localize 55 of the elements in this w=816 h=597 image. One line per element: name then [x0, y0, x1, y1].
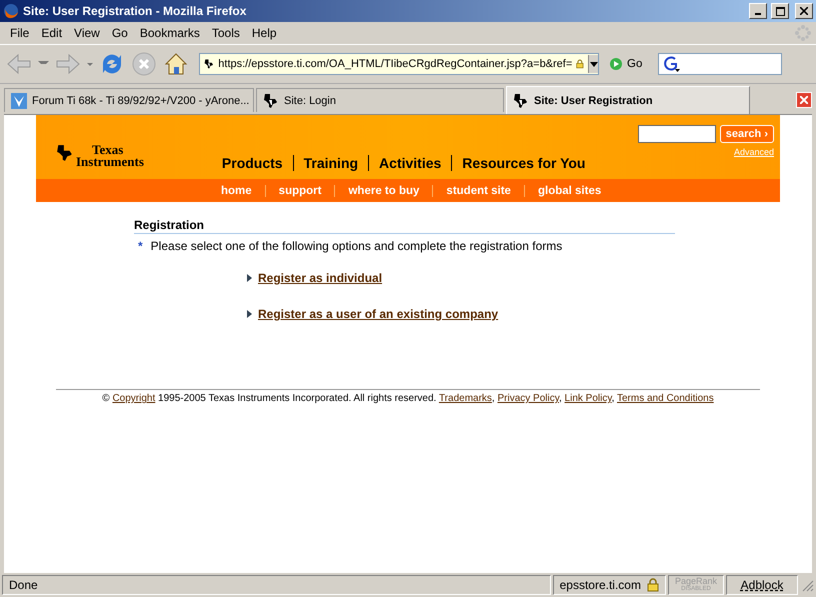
menu-item[interactable]: View [68, 26, 106, 40]
nav-link[interactable]: Products [222, 155, 293, 171]
go-button[interactable]: Go [605, 57, 646, 71]
logo: Texas Instruments [56, 144, 144, 168]
close-tab-button[interactable] [796, 92, 812, 108]
dropdown-icon[interactable] [588, 55, 598, 73]
menu-item[interactable]: Edit [35, 26, 68, 40]
menu-item[interactable]: File [4, 26, 36, 40]
texas-icon [513, 92, 529, 108]
footer-link[interactable]: Copyright [112, 393, 156, 404]
copyright-notice: © Copyright 1995-2005 Texas Instruments Incorporated. All rights reserved. Trademarks, Privacy Policy, Link Policy, Terms and Conditions [56, 389, 760, 404]
instruction-text: Please select one of the following options and complete the registration forms [150, 239, 562, 253]
triangle-icon [247, 310, 252, 318]
nav-link[interactable]: Activities [368, 155, 452, 171]
browser-tab[interactable]: Site: Login [256, 88, 504, 112]
browser-tab[interactable]: Forum Ti 68k - Ti 89/92/92+/V200 - yArone... [4, 88, 254, 112]
google-icon [663, 56, 682, 72]
play-icon [609, 57, 623, 71]
site-host: epsstore.ti.com [560, 578, 641, 592]
footer-link[interactable]: Link Policy [564, 393, 612, 404]
nav-link[interactable]: Training [292, 155, 368, 171]
search-field[interactable] [658, 53, 782, 75]
bullet-icon: * [138, 239, 143, 253]
resize-grip-icon[interactable] [800, 578, 814, 592]
triangle-icon [247, 274, 252, 282]
maximize-button[interactable] [771, 3, 789, 19]
footer-link[interactable]: Terms and Conditions [617, 393, 714, 404]
throbber-icon [794, 24, 812, 42]
lock-icon [646, 578, 659, 592]
close-icon [800, 96, 808, 104]
menu-item[interactable]: Bookmarks [134, 26, 206, 40]
footer-link[interactable]: Trademarks [438, 393, 492, 404]
section-heading: Registration [134, 218, 675, 234]
lock-icon [576, 57, 584, 71]
firefox-icon [3, 3, 19, 19]
menu-item[interactable]: Tools [206, 26, 246, 40]
browser-tab[interactable]: Site: User Registration [506, 86, 750, 114]
stop-icon[interactable] [131, 51, 157, 77]
menu-item[interactable]: Help [246, 26, 283, 40]
search-field[interactable] [638, 125, 716, 143]
minimize-button[interactable] [749, 3, 767, 19]
status-text: Done [9, 578, 38, 592]
texas-icon [263, 92, 279, 108]
register-link[interactable]: Register as a user of an existing company [258, 307, 498, 321]
favicon-icon [11, 92, 27, 108]
window-title: Site: User Registration - Mozilla Firefox [23, 4, 248, 18]
close-button[interactable] [795, 3, 813, 19]
close-icon [800, 7, 808, 15]
footer-link[interactable]: Privacy Policy [497, 393, 559, 404]
address-bar[interactable]: https://epsstore.ti.com/OA_HTML/TIibeCRgdRegContainer.jsp?a=b&ref= [199, 53, 599, 75]
nav-link[interactable]: Resources for You [451, 155, 596, 171]
maximize-icon [776, 6, 784, 16]
register-link[interactable]: Register as individual [258, 271, 382, 285]
menu-item[interactable]: Go [106, 26, 134, 40]
home-icon[interactable] [163, 51, 189, 77]
